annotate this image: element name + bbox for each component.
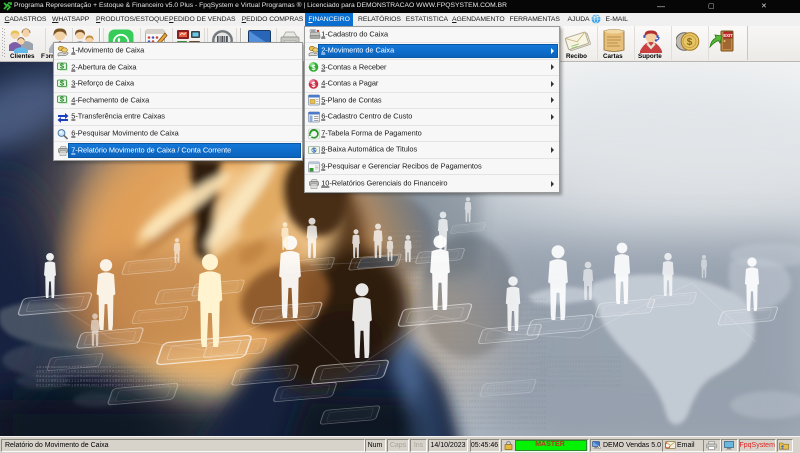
svg-text:0111100010110011011001100110: 0111100010110011011001100110 — [540, 366, 622, 370]
svg-text:0101010111100101011110001111: 0101010111100101011110001111 — [540, 375, 622, 379]
svg-text:0111001100110001100101000010: 0111001100110001100101000010 — [540, 361, 622, 365]
svg-text:0011011000001001111011011110: 0011011000001001111011011110 — [540, 380, 622, 384]
svg-text:$: $ — [687, 37, 693, 48]
svg-text:0010110110101011101010011011: 0010110110101011101010011011 — [540, 356, 622, 360]
svg-text:1011011111010110010100001100: 1011011111010110010100001100 — [540, 385, 622, 389]
svg-text:EXIT: EXIT — [723, 32, 733, 37]
svg-text:0001111010101111010101100100: 0001111010101111010101100100 — [540, 370, 622, 374]
svg-text:$: $ — [312, 148, 316, 155]
